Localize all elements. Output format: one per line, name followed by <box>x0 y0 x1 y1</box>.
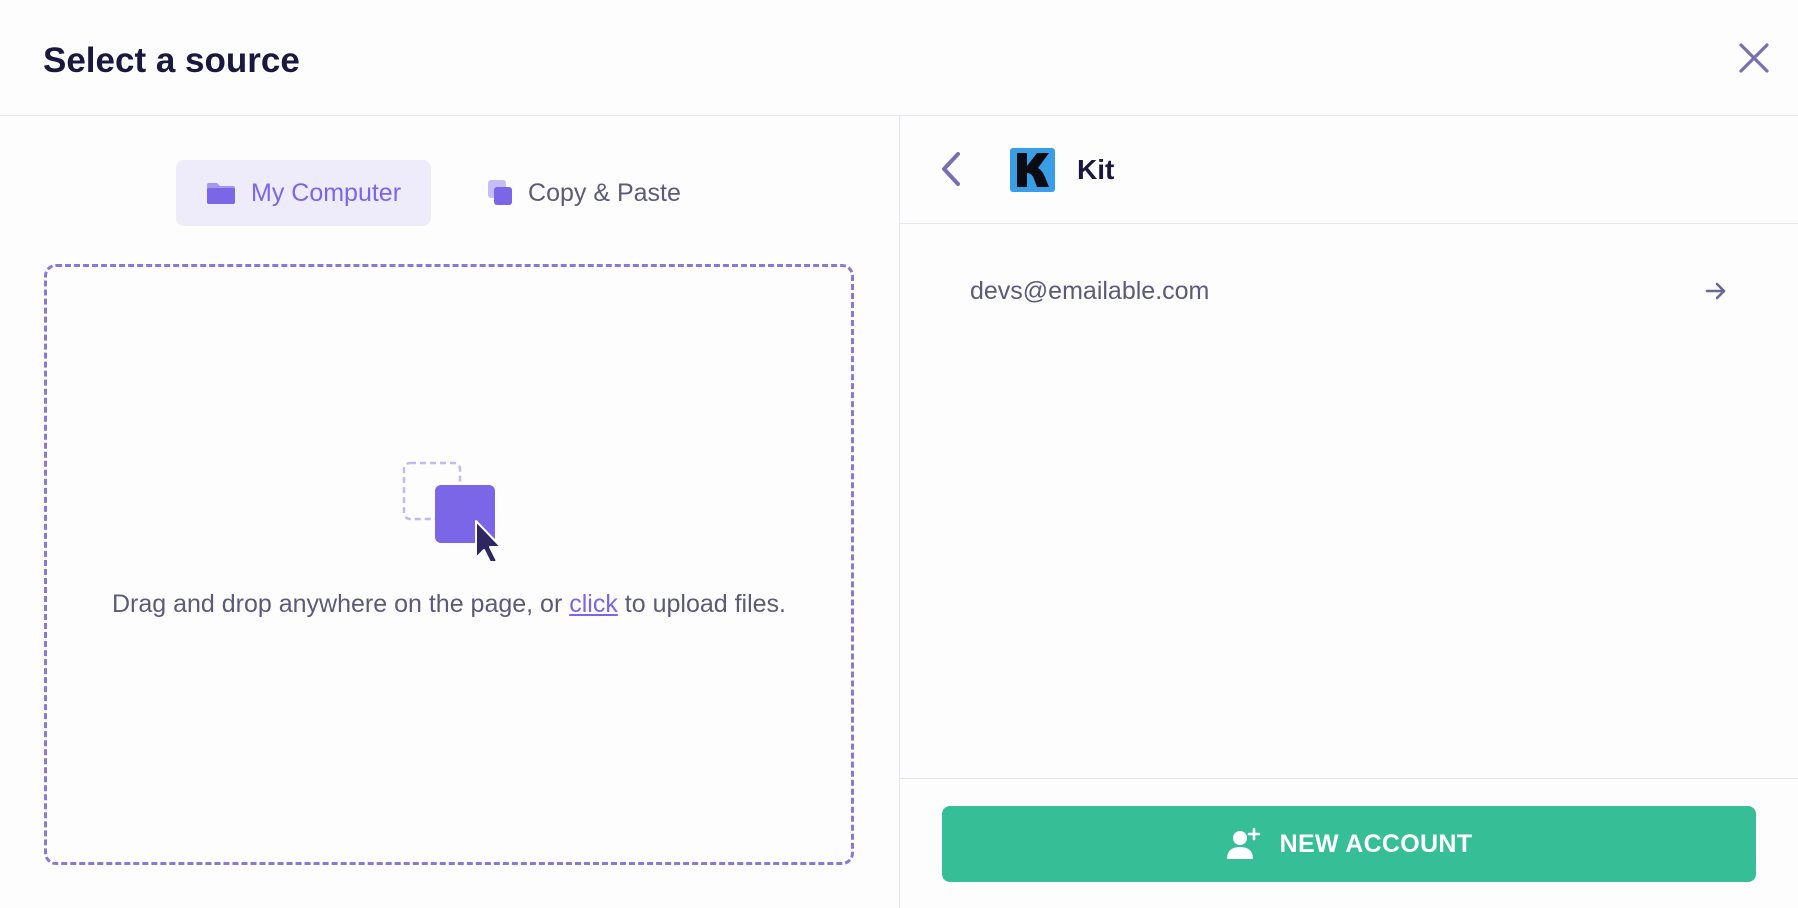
folder-icon <box>206 181 236 205</box>
source-tabs: My Computer Copy & Paste <box>176 160 711 226</box>
page-title: Select a source <box>43 41 300 80</box>
chevron-left-icon <box>942 152 960 186</box>
copy-icon <box>487 179 513 207</box>
tab-label: My Computer <box>251 178 402 207</box>
add-user-icon <box>1226 827 1262 861</box>
select-source-modal: Select a source My Computer Copy & Paste… <box>0 0 1798 908</box>
file-dropzone[interactable]: Drag and drop anywhere on the page, or c… <box>44 264 854 865</box>
kit-logo-icon <box>1010 148 1055 192</box>
upload-pane: My Computer Copy & Paste Drag and drop a… <box>0 116 900 908</box>
drag-drop-icon <box>402 461 512 565</box>
upload-click-link[interactable]: click <box>569 590 618 618</box>
new-account-button[interactable]: NEW ACCOUNT <box>942 806 1756 882</box>
back-button[interactable] <box>936 149 966 189</box>
arrow-right-icon <box>1705 282 1726 300</box>
modal-header: Select a source <box>0 0 1798 116</box>
tab-label: Copy & Paste <box>528 178 681 207</box>
new-account-label: NEW ACCOUNT <box>1279 829 1473 858</box>
tab-copy-paste[interactable]: Copy & Paste <box>457 160 711 226</box>
close-button[interactable] <box>1736 40 1772 76</box>
dropzone-instructions: Drag and drop anywhere on the page, or c… <box>87 585 811 624</box>
source-header: Kit <box>900 116 1798 224</box>
dropzone-text-before: Drag and drop anywhere on the page, or <box>111 590 570 618</box>
tab-my-computer[interactable]: My Computer <box>176 160 432 226</box>
account-email: devs@emailable.com <box>970 276 1210 305</box>
account-list-item[interactable]: devs@emailable.com <box>968 264 1730 318</box>
dropzone-text-after: to upload files. <box>617 590 787 618</box>
source-pane: Kit devs@emailable.com NEW ACCOUNT <box>900 116 1798 908</box>
close-icon <box>1739 43 1769 73</box>
source-name: Kit <box>1077 154 1115 185</box>
